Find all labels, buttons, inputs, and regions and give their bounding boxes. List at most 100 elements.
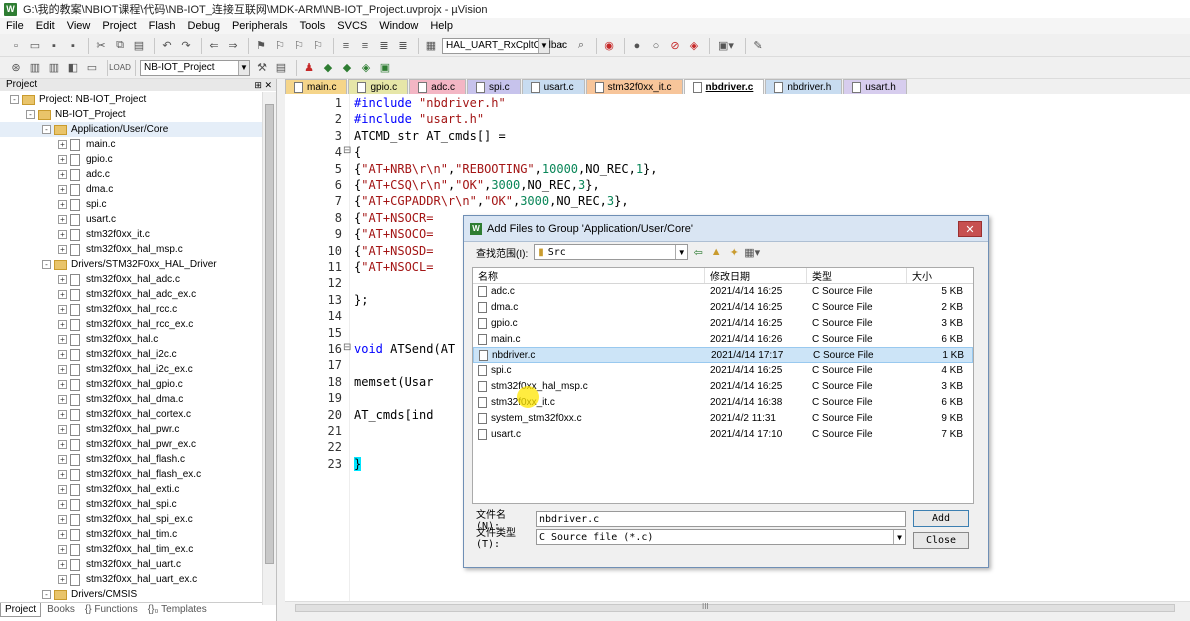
- code-line[interactable]: memset(Usar: [354, 375, 433, 391]
- debug-start-icon[interactable]: ◉: [601, 38, 617, 54]
- code-line[interactable]: void ATSend(AT: [354, 342, 455, 358]
- code-line[interactable]: {"AT+NSOCL=: [354, 260, 433, 276]
- file-row[interactable]: spi.c 2021/4/14 16:25 C Source File 4 KB: [473, 363, 973, 379]
- code-line[interactable]: {"AT+NRB\r\n","REBOOTING",10000,NO_REC,1…: [354, 162, 658, 178]
- tree-item-file[interactable]: + stm32f0xx_hal_pwr_ex.c: [0, 437, 262, 452]
- filetype-select[interactable]: C Source file (*.c) ▼: [536, 529, 906, 545]
- code-line[interactable]: {: [354, 145, 361, 161]
- collapse-icon[interactable]: -: [42, 125, 51, 134]
- expand-icon[interactable]: +: [58, 410, 67, 419]
- expand-icon[interactable]: +: [58, 200, 67, 209]
- expand-icon[interactable]: +: [58, 215, 67, 224]
- expand-icon[interactable]: +: [58, 140, 67, 149]
- window-layout-icon[interactable]: ▣▾: [714, 38, 738, 54]
- file-row[interactable]: system_stm32f0xx.c 2021/4/2 11:31 C Source…: [473, 410, 973, 426]
- tree-item-file[interactable]: + stm32f0xx_hal_uart.c: [0, 557, 262, 572]
- new-file-icon[interactable]: ▫: [8, 38, 24, 54]
- panel-tab-templates[interactable]: {}₀ Templates: [144, 603, 211, 617]
- tree-item-root[interactable]: - Project: NB-IOT_Project: [0, 92, 262, 107]
- expand-icon[interactable]: +: [58, 245, 67, 254]
- tree-item-target[interactable]: - NB-IOT_Project: [0, 107, 262, 122]
- undo-icon[interactable]: ↶: [159, 38, 175, 54]
- file-row[interactable]: nbdriver.c 2021/4/14 17:17 C Source File 1 …: [473, 347, 973, 363]
- pin-icon[interactable]: ⊞: [254, 80, 262, 90]
- expand-icon[interactable]: +: [58, 560, 67, 569]
- filename-input[interactable]: nbdriver.c: [536, 511, 906, 527]
- editor-tab[interactable]: usart.c: [521, 79, 585, 94]
- expand-icon[interactable]: +: [58, 275, 67, 284]
- tree-item-folder[interactable]: - Drivers/CMSIS: [0, 587, 262, 602]
- expand-icon[interactable]: +: [58, 530, 67, 539]
- expand-icon[interactable]: +: [58, 290, 67, 299]
- run-time-environment-icon[interactable]: ◆: [320, 60, 336, 76]
- code-line[interactable]: {"AT+NSOSD=: [354, 244, 433, 260]
- tree-item-file[interactable]: + stm32f0xx_hal_pwr.c: [0, 422, 262, 437]
- tree-item-file[interactable]: + stm32f0xx_hal_msp.c: [0, 242, 262, 257]
- fold-icon[interactable]: ⊟: [343, 342, 351, 353]
- tree-item-file[interactable]: + gpio.c: [0, 152, 262, 167]
- open-file-icon[interactable]: ▭: [27, 38, 43, 54]
- panel-tab-project[interactable]: Project: [0, 603, 42, 617]
- tree-item-file[interactable]: + stm32f0xx_hal_dma.c: [0, 392, 262, 407]
- expand-icon[interactable]: +: [58, 395, 67, 404]
- dialog-close-button[interactable]: ✕: [958, 221, 982, 237]
- expand-icon[interactable]: +: [58, 155, 67, 164]
- file-row[interactable]: stm32f0xx_hal_msp.c 2021/4/14 16:25 C Sour…: [473, 379, 973, 395]
- expand-icon[interactable]: +: [58, 380, 67, 389]
- target-combo[interactable]: NB-IOT_Project ▼: [140, 59, 250, 76]
- close-icon[interactable]: ✕: [264, 80, 272, 90]
- tree-item-file[interactable]: + main.c: [0, 137, 262, 152]
- tree-item-file[interactable]: + stm32f0xx_hal_tim_ex.c: [0, 542, 262, 557]
- tree-item-file[interactable]: + stm32f0xx_hal_spi.c: [0, 497, 262, 512]
- menu-peripherals[interactable]: Peripherals: [232, 20, 288, 32]
- add-button[interactable]: Add: [913, 510, 969, 527]
- expand-icon[interactable]: +: [58, 335, 67, 344]
- menu-project[interactable]: Project: [102, 20, 136, 32]
- tree-item-file[interactable]: + stm32f0xx_hal_cortex.c: [0, 407, 262, 422]
- column-header-name[interactable]: 名称: [473, 268, 705, 283]
- back-arrow-icon[interactable]: ⇦: [690, 245, 706, 259]
- new-folder-icon[interactable]: ✦: [726, 245, 742, 259]
- column-header-date[interactable]: 修改日期: [705, 268, 807, 283]
- collapse-icon[interactable]: -: [26, 110, 35, 119]
- expand-icon[interactable]: +: [58, 515, 67, 524]
- menu-svcs[interactable]: SVCS: [337, 20, 367, 32]
- view-menu-icon[interactable]: ▦▾: [744, 245, 760, 259]
- file-extensions-icon[interactable]: ▤: [273, 60, 289, 76]
- comment-icon[interactable]: ≣: [376, 38, 392, 54]
- copy-icon[interactable]: ⧉: [112, 38, 128, 54]
- incremental-find-icon[interactable]: ⌕: [573, 38, 589, 54]
- tree-item-file[interactable]: + stm32f0xx_hal_i2c_ex.c: [0, 362, 262, 377]
- expand-icon[interactable]: +: [58, 500, 67, 509]
- expand-icon[interactable]: +: [58, 575, 67, 584]
- breakpoint-kill-icon[interactable]: ◈: [686, 38, 702, 54]
- editor-tab[interactable]: nbdriver.h: [765, 79, 843, 94]
- editor-tab[interactable]: stm32f0xx_it.c: [585, 79, 683, 94]
- tree-item-file[interactable]: + stm32f0xx_hal_exti.c: [0, 482, 262, 497]
- file-row[interactable]: usart.c 2021/4/14 17:10 C Source File 7 KB: [473, 426, 973, 442]
- close-button[interactable]: Close: [913, 532, 969, 549]
- translate-icon[interactable]: ⊛: [8, 60, 24, 76]
- uncomment-icon[interactable]: ≣: [395, 38, 411, 54]
- bookmark-prev-icon[interactable]: ⚐: [272, 38, 288, 54]
- unindent-icon[interactable]: ≡: [357, 38, 373, 54]
- save-all-icon[interactable]: ▪: [65, 38, 81, 54]
- tree-item-file[interactable]: + dma.c: [0, 182, 262, 197]
- code-line[interactable]: AT_cmds[ind: [354, 408, 433, 424]
- panel-tab-functions[interactable]: {} Functions: [81, 603, 142, 617]
- column-header-type[interactable]: 类型: [807, 268, 907, 283]
- tree-item-folder[interactable]: - Drivers/STM32F0xx_HAL_Driver: [0, 257, 262, 272]
- bookmark-next-icon[interactable]: ⚐: [291, 38, 307, 54]
- manage-project-items-icon[interactable]: ▣: [377, 60, 393, 76]
- breakpoint-clear-icon[interactable]: ⊘: [667, 38, 683, 54]
- function-combo[interactable]: HAL_UART_RxCpltCallbac ▼: [442, 37, 567, 54]
- expand-icon[interactable]: +: [58, 545, 67, 554]
- tree-item-file[interactable]: + stm32f0xx_hal.c: [0, 332, 262, 347]
- build-icon[interactable]: ▥: [27, 60, 43, 76]
- expand-icon[interactable]: +: [58, 305, 67, 314]
- save-icon[interactable]: ▪: [46, 38, 62, 54]
- indent-icon[interactable]: ≡: [338, 38, 354, 54]
- tree-item-file[interactable]: + stm32f0xx_hal_uart_ex.c: [0, 572, 262, 587]
- menu-file[interactable]: File: [6, 20, 24, 32]
- code-line[interactable]: ATCMD_str AT_cmds[] =: [354, 129, 506, 145]
